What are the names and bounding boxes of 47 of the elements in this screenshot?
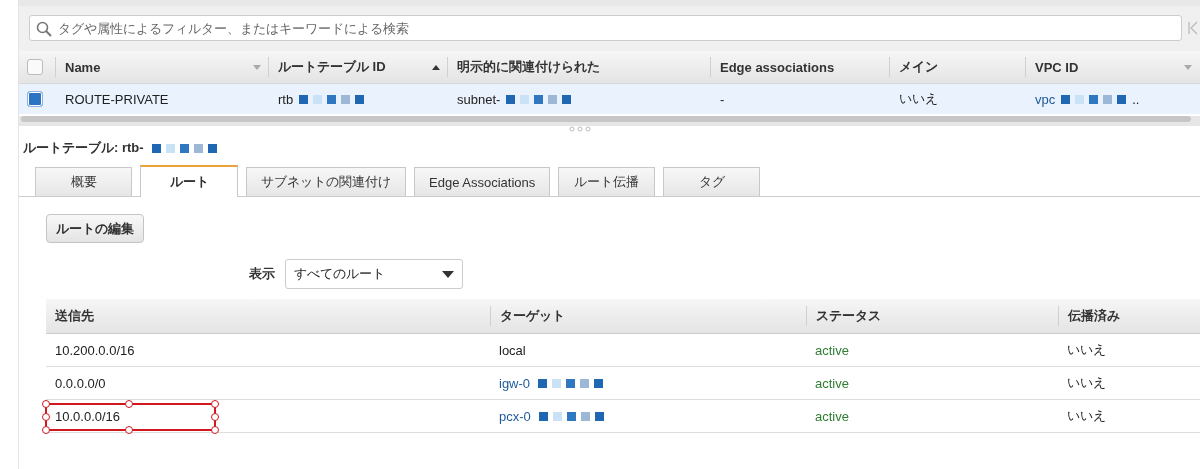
filter-label: 表示 — [249, 265, 275, 283]
table-cell: subnet- — [457, 91, 501, 107]
table-cell: 0.0.0.0/0 — [55, 375, 106, 391]
table-cell: いいえ — [1067, 407, 1106, 425]
vpc-link[interactable]: vpc — [1035, 91, 1056, 107]
tab[interactable]: サブネットの関連付け — [246, 167, 406, 196]
status-text: active — [815, 342, 849, 358]
column-header[interactable]: ターゲット — [500, 307, 565, 325]
table-cell: いいえ — [1067, 341, 1106, 359]
column-header[interactable]: 明示的に関連付けられた — [457, 58, 600, 76]
table-row[interactable]: ROUTE-PRIVATE rtb subnet- - いいえ vpc .. — [19, 84, 1200, 114]
target-link[interactable]: igw-0 — [499, 375, 531, 391]
table-cell: いいえ — [899, 90, 938, 108]
tab[interactable]: 概要 — [35, 167, 132, 196]
table-cell: rtb — [278, 91, 294, 107]
tab[interactable]: ルート伝播 — [558, 167, 656, 196]
ellipsis-text: .. — [1132, 91, 1140, 107]
column-header[interactable]: ルートテーブル ID — [278, 58, 386, 76]
select-all-checkbox[interactable] — [27, 59, 43, 75]
column-header[interactable]: 送信先 — [55, 307, 94, 325]
table-cell: 10.200.0.0/16 — [55, 342, 135, 358]
table-cell: - — [720, 91, 725, 107]
column-header[interactable]: Name — [65, 59, 101, 75]
tab[interactable]: タグ — [663, 167, 761, 196]
edit-routes-button[interactable]: ルートの編集 — [46, 214, 144, 243]
table-cell: 10.0.0.0/16 — [55, 408, 121, 424]
column-header[interactable]: 伝播済み — [1068, 307, 1120, 325]
search-field[interactable]: タグや属性によるフィルター、またはキーワードによる検索 — [29, 15, 1182, 41]
status-text: active — [815, 408, 849, 424]
column-header[interactable]: Edge associations — [720, 59, 835, 75]
filter-dropdown[interactable]: すべてのルート — [285, 259, 463, 289]
row-checkbox[interactable] — [27, 91, 43, 107]
first-page-icon[interactable] — [1188, 21, 1198, 35]
horizontal-scrollbar[interactable] — [21, 116, 1191, 122]
tab[interactable]: Edge Associations — [414, 167, 551, 196]
column-header[interactable]: VPC ID — [1035, 59, 1079, 75]
tab[interactable]: ルート — [140, 165, 238, 197]
table-cell: local — [499, 342, 526, 358]
column-header[interactable]: ステータス — [816, 307, 881, 325]
resize-handle-icon[interactable] — [568, 126, 591, 132]
column-header[interactable]: メイン — [899, 58, 938, 76]
table-cell: いいえ — [1067, 374, 1106, 392]
table-cell: ROUTE-PRIVATE — [65, 91, 169, 107]
target-link[interactable]: pcx-0 — [499, 408, 531, 424]
status-text: active — [815, 375, 849, 391]
detail-title: ルートテーブル: rtb- — [23, 139, 144, 157]
caret-icon — [442, 270, 454, 278]
